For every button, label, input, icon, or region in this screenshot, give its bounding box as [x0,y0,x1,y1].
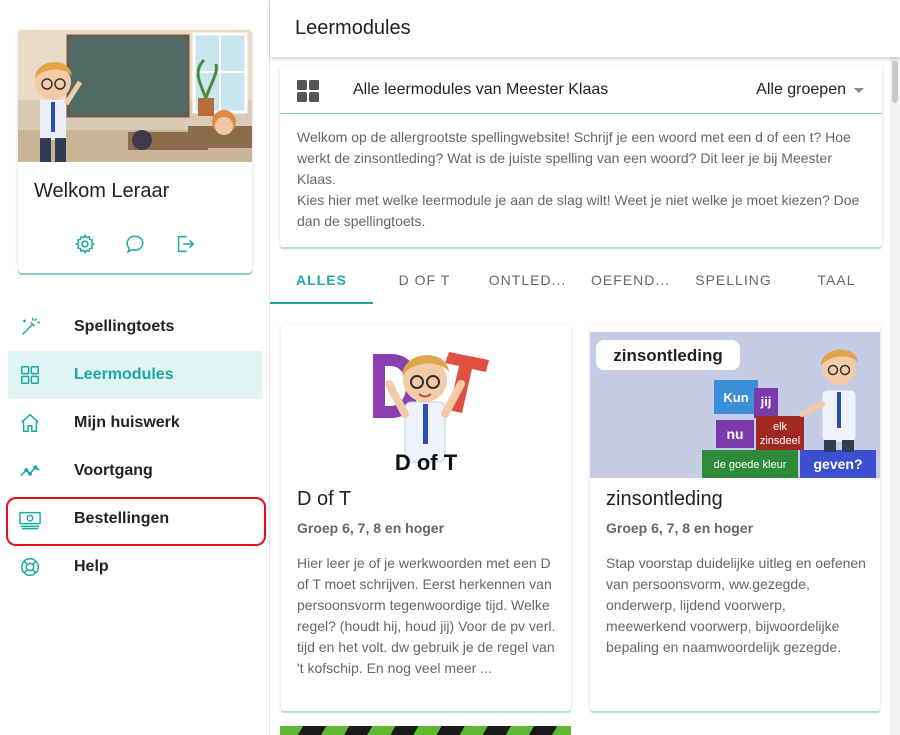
info-card-header: Alle leermodules van Meester Klaas Alle … [280,66,882,114]
sidebar-item-label: Mijn huiswerk [74,414,180,431]
profile-card: Welkom Leraar [18,30,252,273]
sidebar-item-help[interactable]: Help [8,543,262,591]
module-card-zinsontleding[interactable]: zinsontleding Kun jij elk zinsdeel nu de… [590,324,880,711]
scrollbar-thumb[interactable] [892,61,898,103]
sidebar-item-bestellingen[interactable]: Bestellingen [8,495,262,543]
module-groups: Groep 6, 7, 8 en hoger [297,520,445,536]
block-label: elk [773,421,788,433]
group-select[interactable]: Alle groepen [756,81,864,99]
lifebuoy-icon [18,555,42,579]
block-label: geven? [813,456,862,472]
profile-actions [18,232,252,256]
info-card-title: Alle leermodules van Meester Klaas [353,81,609,98]
sidebar-item-label: Bestellingen [74,510,170,527]
sidebar-nav: Spellingtoets Leermodules Mijn huiswerk [8,303,262,591]
tab-taal[interactable]: TAAL [785,262,888,304]
block-label: de goede kleur [714,459,787,471]
block-label: Kun [723,390,748,405]
tab-ontleden[interactable]: ONTLED... [476,262,579,304]
tab-oefenen[interactable]: OEFEND... [579,262,682,304]
sidebar-item-label: Spellingtoets [74,318,175,335]
sidebar-item-label: Leermodules [74,366,174,383]
grid-icon [18,363,42,387]
scrollbar[interactable] [890,57,900,735]
image-caption: zinsontleding [613,346,723,365]
teacher-illustration [18,30,252,162]
info-paragraph: Welkom op de allergrootste spellingwebsi… [297,129,851,187]
sidebar-item-mijn-huiswerk[interactable]: Mijn huiswerk [8,399,262,447]
sidebar-item-leermodules[interactable]: Leermodules [8,351,262,399]
sidebar: Welkom Leraar Spellingtoets Leermodules … [0,0,270,735]
tab-alles[interactable]: ALLES [270,262,373,304]
block-label: jij [760,394,772,409]
block-label: zinsdeel [760,435,800,447]
tab-spelling[interactable]: SPELLING [682,262,785,304]
magic-wand-icon [18,315,42,339]
sidebar-item-label: Voortgang [74,462,153,479]
module-description: Hier leer je of je werkwoorden met een D… [297,555,556,676]
info-paragraph: Kies hier met welke leermodule je aan de… [297,192,860,229]
group-select-value: Alle groepen [756,81,846,98]
sidebar-item-voortgang[interactable]: Voortgang [8,447,262,495]
block-label: nu [726,426,743,442]
sidebar-item-label: Help [74,558,109,575]
module-card-d-of-t[interactable]: D of T D of T Groep 6, 7, 8 en hoger Hie… [281,324,571,711]
modules-info-card: Alle leermodules van Meester Klaas Alle … [280,66,882,247]
module-card-partial[interactable] [280,726,571,735]
info-card-text: Welkom op de allergrootste spellingwebsi… [297,127,869,232]
image-caption: D of T [395,450,458,475]
gear-icon[interactable] [73,232,97,256]
module-image: D of T [281,332,571,478]
chevron-down-icon [854,87,864,93]
trend-icon [18,459,42,483]
module-title: zinsontleding [606,488,723,510]
welcome-text: Welkom Leraar [34,180,170,202]
grid-icon [297,80,319,102]
logout-icon[interactable] [173,232,197,256]
sidebar-item-spellingtoets[interactable]: Spellingtoets [8,303,262,351]
tab-d-of-t[interactable]: D OF T [373,262,476,304]
chat-icon[interactable] [123,232,147,256]
module-description: Stap voorstap duidelijke uitleg en oefen… [606,555,866,655]
module-image: zinsontleding Kun jij elk zinsdeel nu de… [590,332,880,478]
page-title: Leermodules [295,17,411,39]
money-icon [18,507,42,531]
module-groups: Groep 6, 7, 8 en hoger [606,520,754,536]
category-tabs: ALLES D OF T ONTLED... OEFEND... SPELLIN… [270,262,890,304]
module-title: D of T [297,488,352,510]
home-icon [18,411,42,435]
top-bar: Leermodules [270,0,900,57]
